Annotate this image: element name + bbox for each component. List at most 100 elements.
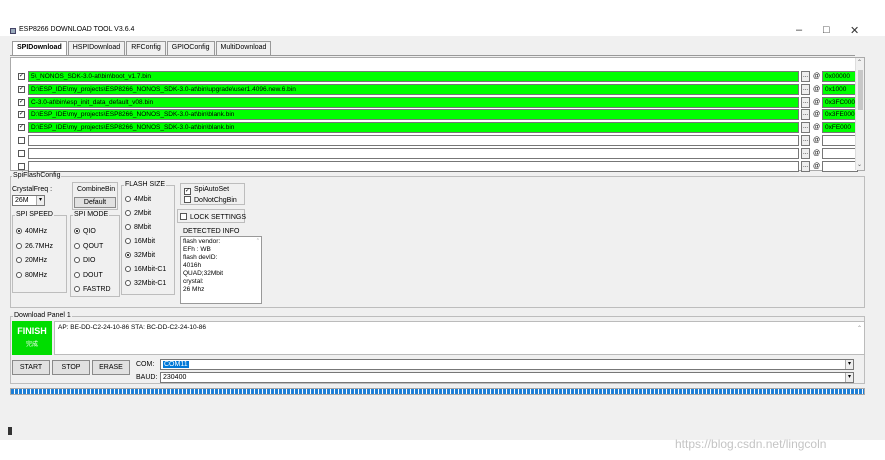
spi-mode-radio[interactable]: QOUT — [74, 242, 103, 251]
browse-button[interactable]: ... — [801, 109, 810, 121]
file-row: ... @ — [11, 147, 858, 159]
spi-auto-set-checkbox[interactable]: ✓ SpiAutoSet — [184, 186, 229, 195]
default-button[interactable]: Default — [74, 197, 116, 208]
file-path-input[interactable]: D:\ESP_IDE\my_projects\ESP8266_NONOS_SDK… — [28, 83, 799, 95]
baud-label: BAUD: — [136, 374, 158, 381]
at-label: @ — [813, 162, 821, 170]
file-path-input[interactable]: D:\ESP_IDE\my_projects\ESP8266_NONOS_SDK… — [28, 109, 799, 121]
flash-address-input[interactable]: 0x00000 — [822, 71, 858, 82]
tab-spidownload[interactable]: SPIDownload — [12, 41, 67, 55]
file-enable-checkbox[interactable] — [18, 137, 25, 144]
file-enable-checkbox[interactable]: ✓ — [18, 85, 25, 93]
file-enable-checkbox[interactable] — [18, 149, 25, 157]
spi-mode-radio[interactable]: FASTRD — [74, 286, 111, 294]
file-row: ✓ 5\_NONOS_SDK-3.0-at\bin\boot_v1.7.bin..… — [11, 70, 858, 82]
erase-button[interactable]: ERASE — [92, 360, 130, 375]
scroll-thumb[interactable] — [858, 70, 863, 110]
flash-size-radio[interactable]: 2Mbit — [125, 210, 151, 218]
file-enable-checkbox[interactable]: ✓ — [18, 111, 25, 119]
flash-address-input[interactable]: 0xFE000 — [822, 122, 858, 134]
close-icon[interactable]: ✕ — [850, 24, 859, 37]
window-title: ESP8266 DOWNLOAD TOOL V3.6.4 — [19, 26, 135, 33]
flash-address-input[interactable]: 0x1000 — [822, 83, 858, 95]
browse-button[interactable]: ... — [801, 147, 810, 159]
flash-size-radio[interactable]: 32Mbit — [125, 252, 155, 260]
start-button[interactable]: START — [12, 360, 50, 375]
file-path-input[interactable]: D:\ESP_IDE\my_projects\ESP8266_NONOS_SDK… — [28, 122, 799, 134]
file-path-input[interactable] — [28, 160, 799, 172]
flash-address-input[interactable]: 0x3FC000 — [822, 96, 858, 108]
tab-hspidownload[interactable]: HSPIDownload — [67, 41, 126, 55]
spi-mode-radio[interactable]: QIO — [74, 228, 96, 236]
browse-button[interactable]: ... — [801, 160, 810, 172]
combinebin-label: CombineBin — [77, 186, 116, 193]
scroll-up-icon[interactable]: ⌃ — [256, 238, 260, 244]
file-row: ✓ D:\ESP_IDE\my_projects\ESP8266_NONOS_SD… — [11, 121, 858, 134]
scroll-down-icon[interactable]: ⌄ — [857, 161, 862, 168]
spi-mode-radio[interactable]: DOUT — [74, 271, 103, 280]
detected-info-line: 26 Mhz — [183, 286, 205, 293]
flash-size-radio[interactable]: 16Mbit-C1 — [125, 266, 166, 274]
flash-address-input[interactable] — [822, 147, 858, 159]
file-row: ✓ C-3.0-at\bin\esp_init_data_default_v08.… — [11, 96, 858, 108]
spi-speed-radio[interactable]: 80MHz — [16, 271, 47, 280]
minimize-icon[interactable]: – — [796, 24, 802, 36]
browse-button[interactable]: ... — [801, 96, 810, 108]
file-enable-checkbox[interactable]: ✓ — [18, 98, 25, 106]
file-path-input[interactable]: C-3.0-at\bin\esp_init_data_default_v08.b… — [28, 96, 799, 108]
file-enable-checkbox[interactable]: ✓ — [18, 73, 25, 80]
file-list-scrollbar[interactable]: ⌃ ⌄ — [855, 58, 864, 170]
maximize-icon[interactable]: □ — [823, 24, 830, 36]
at-label: @ — [813, 124, 821, 132]
browse-button[interactable]: ... — [801, 122, 810, 134]
baud-rate-value: 230400 — [163, 374, 187, 381]
flash-size-radio[interactable]: 8Mbit — [125, 224, 151, 232]
browse-button[interactable]: ... — [801, 71, 810, 82]
crystal-freq-value: 26M — [15, 197, 29, 204]
scroll-up-icon[interactable]: ⌃ — [857, 325, 862, 332]
file-enable-checkbox[interactable]: ✓ — [18, 124, 25, 132]
check-icon: ✓ — [184, 188, 191, 195]
baud-rate-select[interactable]: 230400 ▾ — [160, 372, 854, 383]
at-label: @ — [813, 85, 821, 93]
spi-speed-radio[interactable]: 20MHz — [16, 257, 47, 265]
com-port-select[interactable]: COM11 ▾ — [160, 359, 854, 370]
scroll-up-icon[interactable]: ⌃ — [857, 59, 862, 66]
chevron-down-icon: ▾ — [845, 373, 853, 382]
crystal-freq-select[interactable]: 26M ▾ — [12, 195, 45, 206]
flash-size-radio[interactable]: 4Mbit — [125, 196, 151, 204]
flash-address-input[interactable]: 0x3FE000 — [822, 109, 858, 121]
spi-mode-label: SPI MODE — [73, 211, 110, 219]
log-output: AP: BE-DD-C2-24-10-86 STA: BC-DD-C2-24-1… — [54, 321, 865, 355]
flash-size-radio[interactable]: 16Mbit — [125, 238, 155, 246]
lock-settings-checkbox[interactable]: LOCK SETTINGS — [180, 213, 246, 222]
at-label: @ — [813, 149, 821, 157]
file-path-input[interactable] — [28, 135, 799, 146]
tab-rfconfig[interactable]: RFConfig — [126, 41, 166, 55]
resize-grip — [8, 427, 12, 435]
do-not-chg-bin-checkbox[interactable]: DoNotChgBin — [184, 196, 237, 205]
spi-mode-radio[interactable]: DIO — [74, 257, 95, 265]
browse-button[interactable]: ... — [801, 135, 810, 146]
stop-button[interactable]: STOP — [52, 360, 90, 375]
flash-address-input[interactable] — [822, 160, 858, 172]
app-window: ESP8266 DOWNLOAD TOOL V3.6.4 – □ ✕ SPIDo… — [0, 0, 885, 440]
spi-speed-radio[interactable]: 40MHz — [16, 228, 47, 236]
file-path-input[interactable]: 5\_NONOS_SDK-3.0-at\bin\boot_v1.7.bin — [28, 71, 799, 82]
file-path-input[interactable] — [28, 147, 799, 159]
at-label: @ — [813, 111, 821, 119]
log-text: AP: BE-DD-C2-24-10-86 STA: BC-DD-C2-24-1… — [58, 324, 206, 331]
spi-speed-radio[interactable]: 26.7MHz — [16, 242, 53, 251]
at-label: @ — [813, 98, 821, 106]
flash-address-input[interactable] — [822, 135, 858, 146]
status-text: FINISH — [17, 326, 47, 336]
crystal-freq-label: CrystalFreq : — [12, 186, 53, 193]
flash-size-radio[interactable]: 32Mbit-C1 — [125, 280, 166, 288]
file-row: ✓ D:\ESP_IDE\my_projects\ESP8266_NONOS_SD… — [11, 83, 858, 95]
tab-gpioconfig[interactable]: GPIOConfig — [166, 41, 215, 55]
file-row: ... @ — [11, 160, 858, 172]
file-enable-checkbox[interactable] — [18, 162, 25, 170]
com-port-value: COM11 — [163, 361, 189, 368]
tab-multidownload[interactable]: MultiDownload — [215, 41, 272, 55]
browse-button[interactable]: ... — [801, 83, 810, 95]
